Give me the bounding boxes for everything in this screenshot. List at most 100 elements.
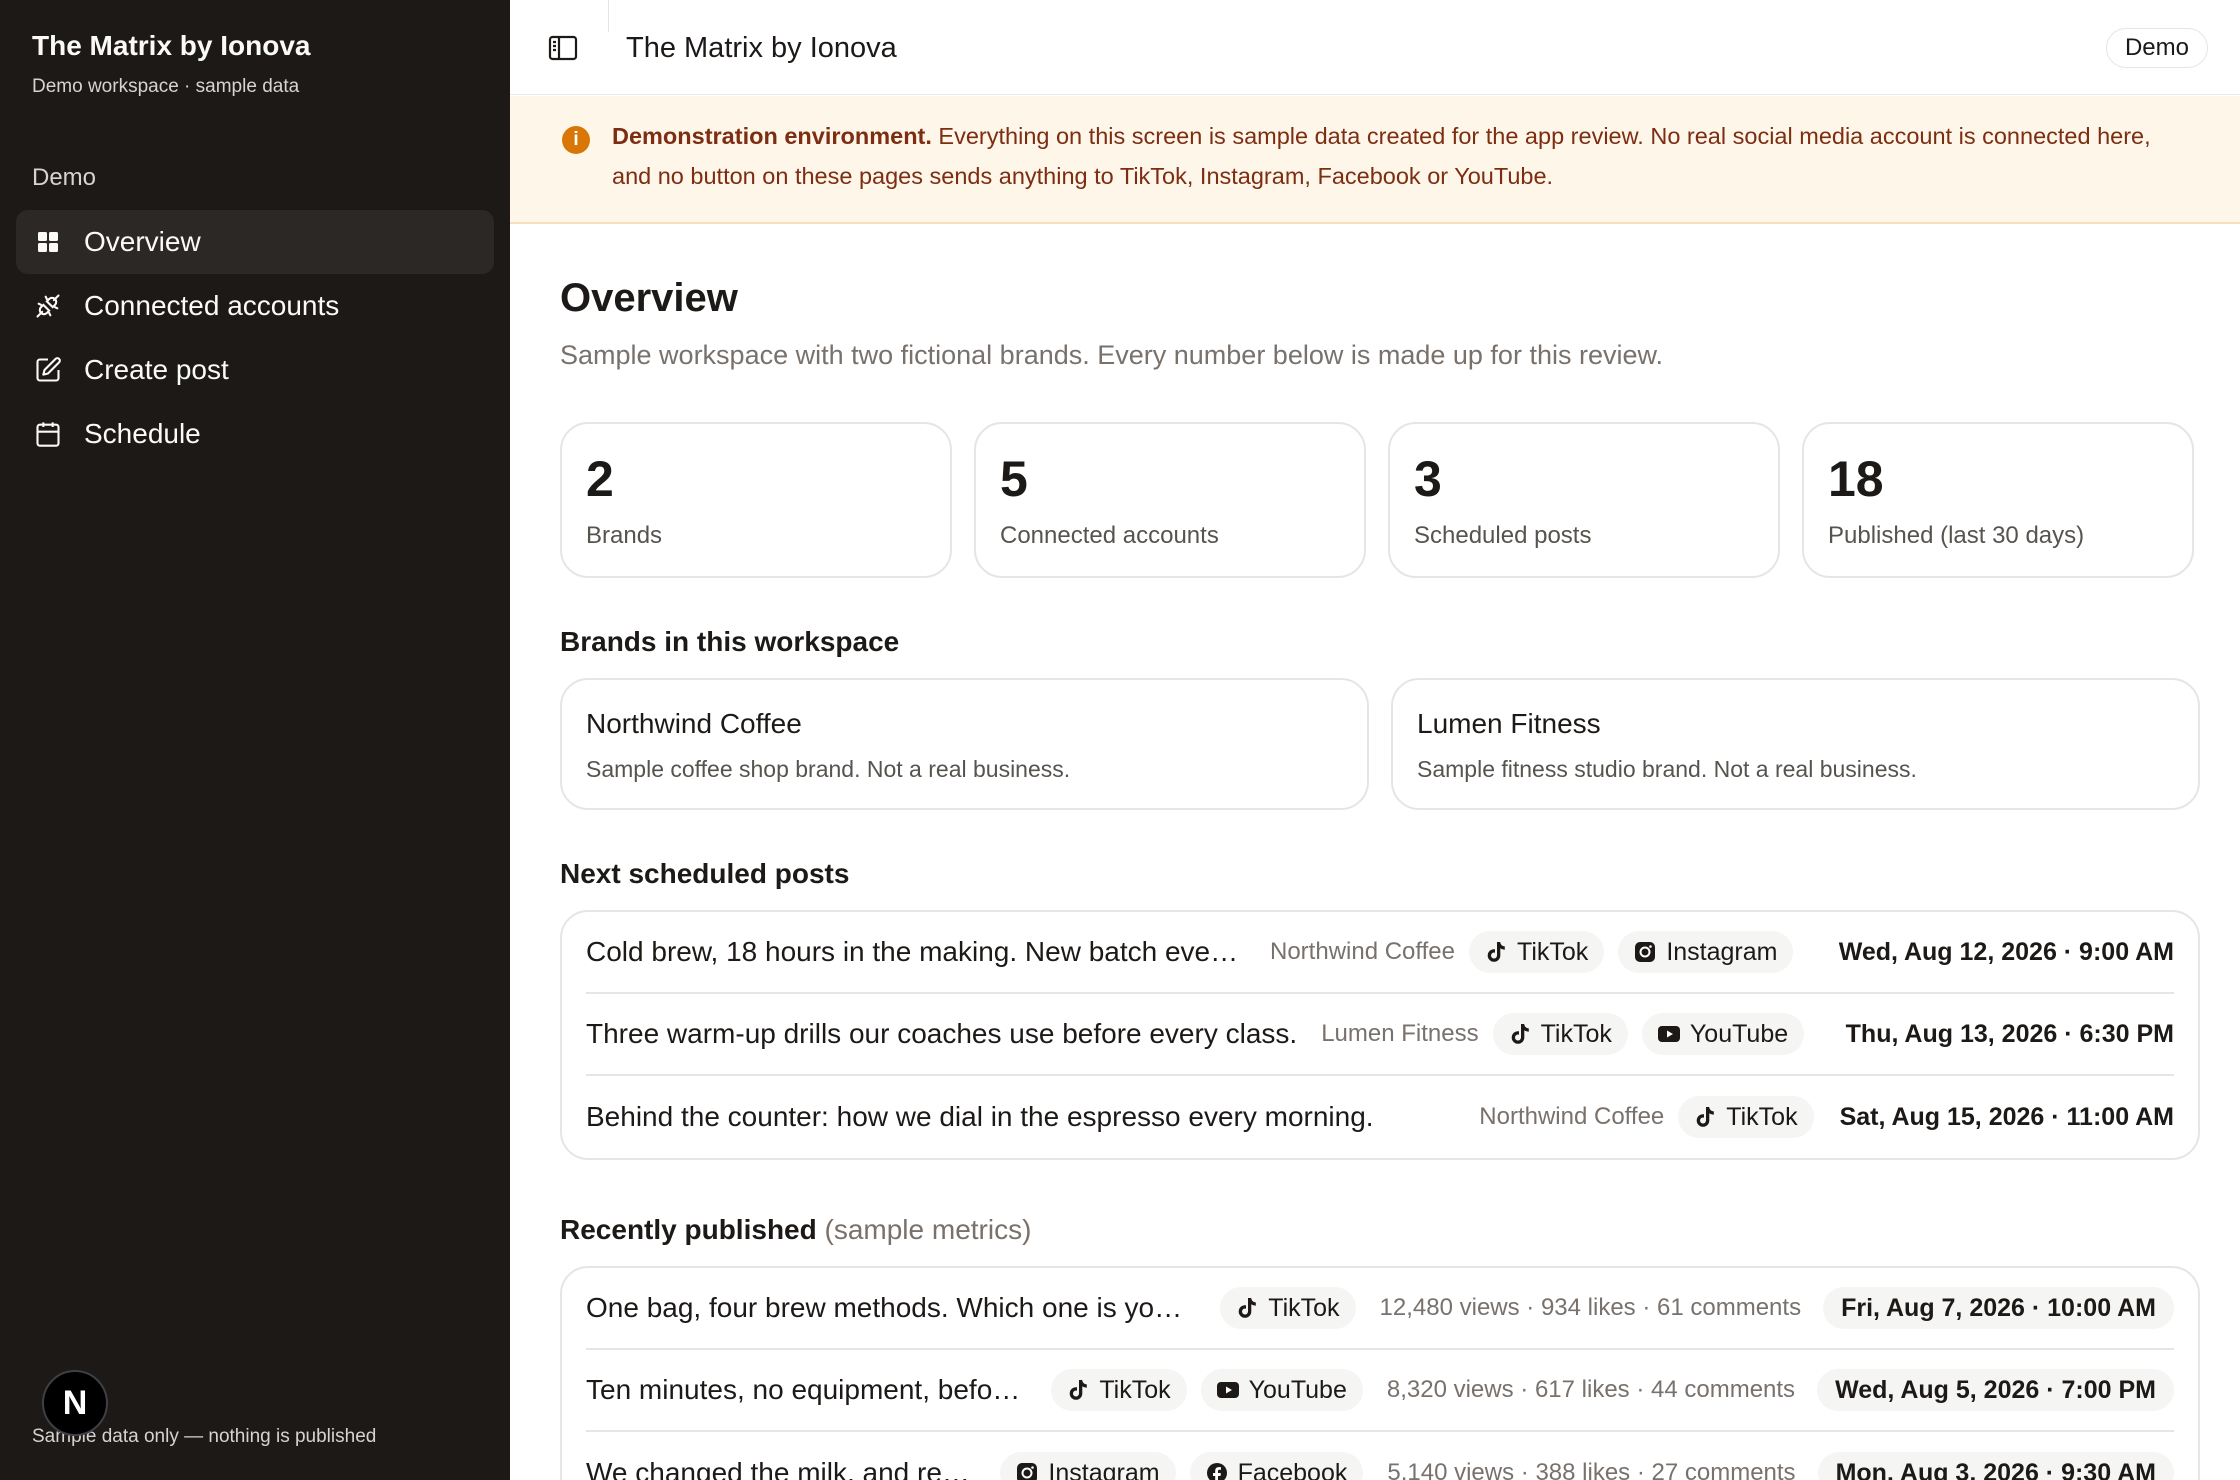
post-brand: Lumen Fitness (1321, 1020, 1479, 1047)
platform-name: YouTube (1248, 1375, 1347, 1404)
edit-icon (34, 356, 62, 384)
top-bar: The Matrix by Ionova Demo (510, 0, 2240, 95)
brand-description: Sample fitness studio brand. Not a real … (1417, 756, 1917, 782)
sidebar: The Matrix by Ionova Demo workspace · sa… (0, 0, 510, 1480)
facebook-icon (1206, 1462, 1228, 1480)
post-title: Three warm-up drills our coaches use bef… (586, 1018, 1298, 1049)
instagram-icon (1634, 941, 1656, 963)
platform-chip-instagram: Instagram (1000, 1452, 1176, 1480)
info-icon: i (562, 126, 590, 154)
platform-chip-tiktok: TikTok (1678, 1096, 1814, 1138)
stat-value: 3 (1414, 451, 1442, 507)
sidebar-item-create-post[interactable]: Create post (16, 338, 494, 402)
stat-label: Published (last 30 days) (1828, 522, 2085, 549)
platform-chip-tiktok: TikTok (1051, 1369, 1187, 1411)
stat-card-scheduled-posts: 3 Scheduled posts (1388, 422, 1780, 578)
page-title: Overview (560, 276, 738, 320)
post-published-date: Wed, Aug 5, 2026 · 7:00 PM (1817, 1369, 2174, 1411)
sidebar-item-label: Schedule (84, 418, 201, 449)
scheduled-post-row[interactable]: Three warm-up drills our coaches use bef… (586, 994, 2174, 1076)
app-title: The Matrix by Ionova (32, 30, 311, 61)
platform-name: Instagram (1048, 1458, 1160, 1480)
page-description: Sample workspace with two fictional bran… (560, 340, 1663, 370)
scheduled-section-title: Next scheduled posts (560, 858, 850, 889)
published-post-row[interactable]: Ten minutes, no equipment, before work. … (586, 1350, 2174, 1432)
platform-name: TikTok (1726, 1102, 1798, 1131)
post-published-date: Mon, Aug 3, 2026 · 9:30 AM (1817, 1452, 2174, 1480)
stat-label: Connected accounts (1000, 522, 1219, 549)
platform-name: YouTube (1689, 1019, 1789, 1048)
stat-value: 5 (1000, 451, 1028, 507)
sidebar-section-label: Demo (32, 164, 97, 191)
youtube-icon (1657, 1023, 1680, 1045)
post-metrics: 5,140 views · 388 likes · 27 comments (1387, 1459, 1796, 1480)
post-title: Ten minutes, no equipment, before work. (586, 1374, 1027, 1405)
page-header-title: The Matrix by Ionova (626, 32, 897, 64)
published-title: Recently published (560, 1214, 817, 1245)
sidebar-item-overview[interactable]: Overview (16, 210, 494, 274)
grid-icon (34, 228, 62, 256)
platform-name: TikTok (1540, 1019, 1612, 1048)
demo-notice-banner: i Demonstration environment. Everything … (510, 96, 2240, 224)
sidebar-item-label: Create post (84, 354, 229, 385)
post-schedule-date: Wed, Aug 12, 2026 · 9:00 AM (1838, 937, 2174, 966)
stat-card-published: 18 Published (last 30 days) (1802, 422, 2194, 578)
stat-value: 18 (1828, 451, 1884, 507)
post-title: Cold brew, 18 hours in the making. New b… (586, 936, 1246, 967)
platform-chip-instagram: Instagram (1618, 931, 1794, 973)
tiktok-icon (1509, 1023, 1531, 1045)
post-metrics: 8,320 views · 617 likes · 44 comments (1386, 1376, 1796, 1403)
platform-name: Facebook (1237, 1458, 1348, 1480)
plug-icon (34, 292, 62, 320)
dev-tools-badge[interactable]: N (42, 1370, 108, 1436)
stat-card-brands: 2 Brands (560, 422, 952, 578)
sidebar-nav: Overview Connected accounts Create post … (16, 210, 494, 466)
calendar-icon (34, 420, 62, 448)
topbar-divider (608, 0, 609, 32)
brand-card-lumen-fitness[interactable]: Lumen Fitness Sample fitness studio bran… (1391, 678, 2200, 810)
stat-value: 2 (586, 451, 614, 507)
scheduled-post-row[interactable]: Cold brew, 18 hours in the making. New b… (586, 912, 2174, 994)
post-title: We changed the milk, and regulars notice… (586, 1457, 976, 1480)
platform-name: TikTok (1268, 1293, 1340, 1322)
platform-chip-youtube: YouTube (1641, 1013, 1805, 1055)
sidebar-toggle-icon[interactable] (548, 34, 578, 62)
stat-card-connected-accounts: 5 Connected accounts (974, 422, 1366, 578)
platform-chip-facebook: Facebook (1189, 1452, 1364, 1480)
main-area: The Matrix by Ionova Demo i Demonstratio… (510, 0, 2240, 1480)
published-section-title: Recently published (sample metrics) (560, 1214, 1031, 1246)
sidebar-item-schedule[interactable]: Schedule (16, 402, 494, 466)
platform-name: Instagram (1666, 937, 1778, 966)
post-schedule-date: Thu, Aug 13, 2026 · 6:30 PM (1845, 1019, 2174, 1048)
tiktok-icon (1067, 1379, 1089, 1401)
banner-strong-text: Demonstration environment. (612, 123, 932, 149)
tiktok-icon (1485, 941, 1507, 963)
platform-chip-youtube: YouTube (1200, 1369, 1363, 1411)
post-title: One bag, four brew methods. Which one is… (586, 1292, 1197, 1323)
brand-card-northwind-coffee[interactable]: Northwind Coffee Sample coffee shop bran… (560, 678, 1369, 810)
post-brand: Northwind Coffee (1479, 1103, 1665, 1130)
post-metrics: 12,480 views · 934 likes · 61 comments (1379, 1294, 1802, 1321)
stat-label: Scheduled posts (1414, 522, 1592, 549)
brands-section-title: Brands in this workspace (560, 626, 900, 657)
published-post-row[interactable]: One bag, four brew methods. Which one is… (586, 1268, 2174, 1350)
sidebar-item-connected-accounts[interactable]: Connected accounts (16, 274, 494, 338)
brand-description: Sample coffee shop brand. Not a real bus… (586, 756, 1071, 782)
demo-mode-badge: Demo (2105, 28, 2208, 68)
platform-chip-tiktok: TikTok (1492, 1013, 1628, 1055)
platform-chip-tiktok: TikTok (1469, 931, 1605, 973)
sidebar-item-label: Overview (84, 226, 201, 257)
stat-cards: 2 Brands 5 Connected accounts 3 Schedule… (560, 422, 2200, 578)
brand-name: Northwind Coffee (586, 708, 802, 739)
banner-text: Demonstration environment. Everything on… (612, 116, 2172, 196)
published-post-row[interactable]: We changed the milk, and regulars notice… (586, 1432, 2174, 1480)
post-brand: Northwind Coffee (1270, 938, 1455, 965)
sidebar-item-label: Connected accounts (84, 290, 340, 321)
scheduled-post-row[interactable]: Behind the counter: how we dial in the e… (586, 1076, 2174, 1158)
post-published-date: Fri, Aug 7, 2026 · 10:00 AM (1823, 1287, 2174, 1329)
stat-label: Brands (586, 522, 663, 549)
tiktok-icon (1236, 1297, 1258, 1319)
post-title: Behind the counter: how we dial in the e… (586, 1101, 1374, 1132)
youtube-icon (1216, 1379, 1239, 1401)
published-title-note: (sample metrics) (824, 1214, 1032, 1245)
